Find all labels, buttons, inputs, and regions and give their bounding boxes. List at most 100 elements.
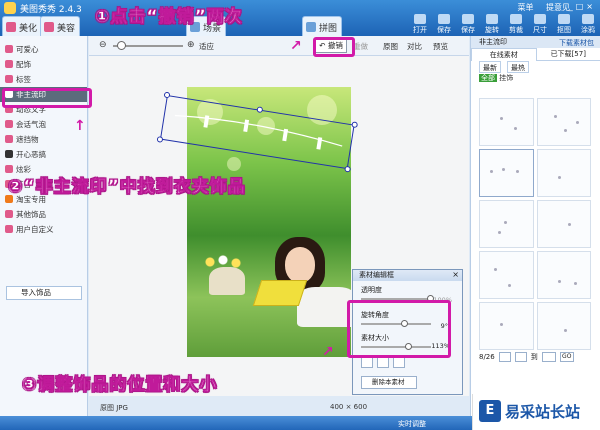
tab-collage[interactable]: 拼图 — [302, 16, 343, 36]
tab-newest[interactable]: 最新 — [479, 61, 501, 73]
open-button[interactable]: 打开 — [408, 14, 432, 36]
maximize-icon[interactable]: □ — [576, 2, 587, 11]
top-menu: 菜单 提意见 — [507, 2, 570, 13]
sidebar-item-label: 配饰 — [16, 60, 31, 69]
resize-button[interactable]: 尺寸 — [528, 14, 552, 36]
step1-annotation: ①点击“撤销”两次 — [95, 7, 243, 28]
delete-material-button[interactable]: 删除本素材 — [361, 376, 417, 389]
import-button[interactable]: 导入饰品 — [6, 286, 82, 300]
sidebar-item-label: 用户自定义 — [16, 225, 54, 234]
category-filter[interactable]: 全部 挂饰 — [471, 73, 600, 84]
bubble-icon — [5, 120, 13, 128]
tab-hottest[interactable]: 最热 — [507, 61, 529, 73]
sidebar-item-labels[interactable]: 标签 — [0, 72, 87, 87]
zoom-slider-knob[interactable] — [117, 41, 126, 50]
material-thumbnail[interactable] — [479, 149, 534, 197]
zoom-slider[interactable] — [113, 41, 183, 50]
close-icon[interactable]: × — [586, 2, 596, 11]
collage-icon — [306, 22, 316, 32]
bokeh-light — [227, 157, 241, 171]
page-indicator: 8/26 — [479, 353, 495, 361]
crop-button[interactable]: 剪裁 — [504, 14, 528, 36]
sidebar-item-accessories[interactable]: 配饰 — [0, 57, 87, 72]
go-button[interactable]: GO — [559, 352, 574, 362]
window-controls: _□× — [569, 2, 596, 11]
material-thumbnail[interactable] — [479, 98, 534, 146]
arrow-icon: ↗ — [322, 344, 334, 360]
beautify-icon — [6, 22, 16, 32]
arrow-icon: ↑ — [74, 118, 86, 134]
sidebar-item-spoof[interactable]: 开心恶搞 — [0, 147, 87, 162]
tab-downloaded[interactable]: 已下载[57] — [536, 48, 600, 61]
app-title: 美图秀秀 2.4.3 — [20, 5, 82, 15]
menu-link[interactable]: 菜单 — [517, 3, 533, 12]
save-icon — [438, 14, 450, 24]
sidebar-item-other[interactable]: 其他饰品 — [0, 207, 87, 222]
sidebar-item-cover[interactable]: 遮挡物 — [0, 132, 87, 147]
tool-label: 打开 — [413, 26, 427, 34]
redo-button[interactable]: 重做 — [353, 41, 368, 52]
sidebar-item-label: 会话气泡 — [16, 120, 46, 129]
category-tag: 全部 — [479, 74, 497, 82]
material-thumbnail[interactable] — [479, 302, 534, 350]
heart-icon — [5, 45, 13, 53]
feedback-link[interactable]: 提意见 — [546, 3, 570, 12]
girl-shirt — [297, 287, 351, 327]
doodle-button[interactable]: 涂鸦 — [576, 14, 600, 36]
site-logo-icon: E — [479, 400, 501, 422]
girl-face — [285, 247, 315, 283]
cutout-icon — [558, 14, 570, 24]
close-icon[interactable]: × — [452, 270, 459, 279]
label-icon — [5, 75, 13, 83]
undo-highlight — [313, 37, 355, 57]
spoof-icon — [5, 150, 13, 158]
opacity-label: 透明度 — [361, 286, 382, 294]
material-thumbnail[interactable] — [479, 251, 534, 299]
rotate-button[interactable]: 旋转 — [480, 14, 504, 36]
zoom-out-icon[interactable]: ⊖ — [99, 40, 107, 50]
tool-label: 尺寸 — [533, 26, 547, 34]
save-as-button[interactable]: 保存 — [456, 14, 480, 36]
accessory-icon — [5, 60, 13, 68]
download-pack-link[interactable]: 下载素材包 — [559, 38, 594, 48]
sidebar-item-label: 遮挡物 — [16, 135, 39, 144]
material-thumbnail[interactable] — [536, 251, 591, 299]
app-logo-icon — [4, 2, 16, 14]
sidebar-item-label: 开心恶搞 — [16, 150, 46, 159]
zoom-in-icon[interactable]: ⊕ — [187, 40, 195, 50]
material-thumbnail[interactable] — [536, 149, 591, 197]
preview-button[interactable]: 预览 — [433, 41, 448, 52]
next-page-button[interactable] — [514, 352, 527, 362]
category-label: 挂饰 — [499, 74, 514, 82]
user-icon — [5, 225, 13, 233]
top-toolbar: 打开 保存 保存 旋转 剪裁 尺寸 抠图 涂鸦 — [408, 14, 600, 36]
prev-page-button[interactable] — [498, 352, 511, 362]
compare-button[interactable]: 对比 — [407, 41, 422, 52]
canvas-toolbar: ⊖ ⊕ 适应 ↶ 撤销 重做 原图 对比 预览 — [89, 36, 469, 56]
minimize-icon[interactable]: _ — [569, 2, 576, 11]
material-thumbnail[interactable] — [479, 200, 534, 248]
cutout-button[interactable]: 抠图 — [552, 14, 576, 36]
sidebar-item-custom[interactable]: 用户自定义 — [0, 222, 87, 237]
fit-button[interactable]: 适应 — [199, 41, 214, 52]
beauty-icon — [44, 22, 54, 32]
material-thumbnail[interactable] — [536, 302, 591, 350]
resize-icon — [534, 14, 546, 24]
sidebar-highlight — [2, 88, 92, 108]
goto-page-input[interactable] — [541, 352, 556, 362]
sidebar-item-label: 标签 — [16, 75, 31, 84]
step3-annotation: ③调整饰品的位置和大小 — [22, 375, 218, 396]
site-name: 易采站长站 — [505, 403, 581, 421]
save-button[interactable]: 保存 — [432, 14, 456, 36]
original-button[interactable]: 原图 — [383, 41, 398, 52]
tool-label: 保存 — [437, 26, 451, 34]
tab-online[interactable]: 在线素材 — [471, 48, 537, 61]
tab-beauty[interactable]: 美容 — [40, 16, 81, 36]
tab-label: 拼图 — [319, 24, 338, 34]
tab-beautify[interactable]: 美化 — [2, 16, 43, 36]
material-thumbnail[interactable] — [536, 98, 591, 146]
original-format-label: 原图 JPG — [100, 404, 128, 412]
rotate-icon — [486, 14, 498, 24]
material-thumbnail[interactable] — [536, 200, 591, 248]
sidebar-item-cute-heart[interactable]: 可爱心 — [0, 42, 87, 57]
